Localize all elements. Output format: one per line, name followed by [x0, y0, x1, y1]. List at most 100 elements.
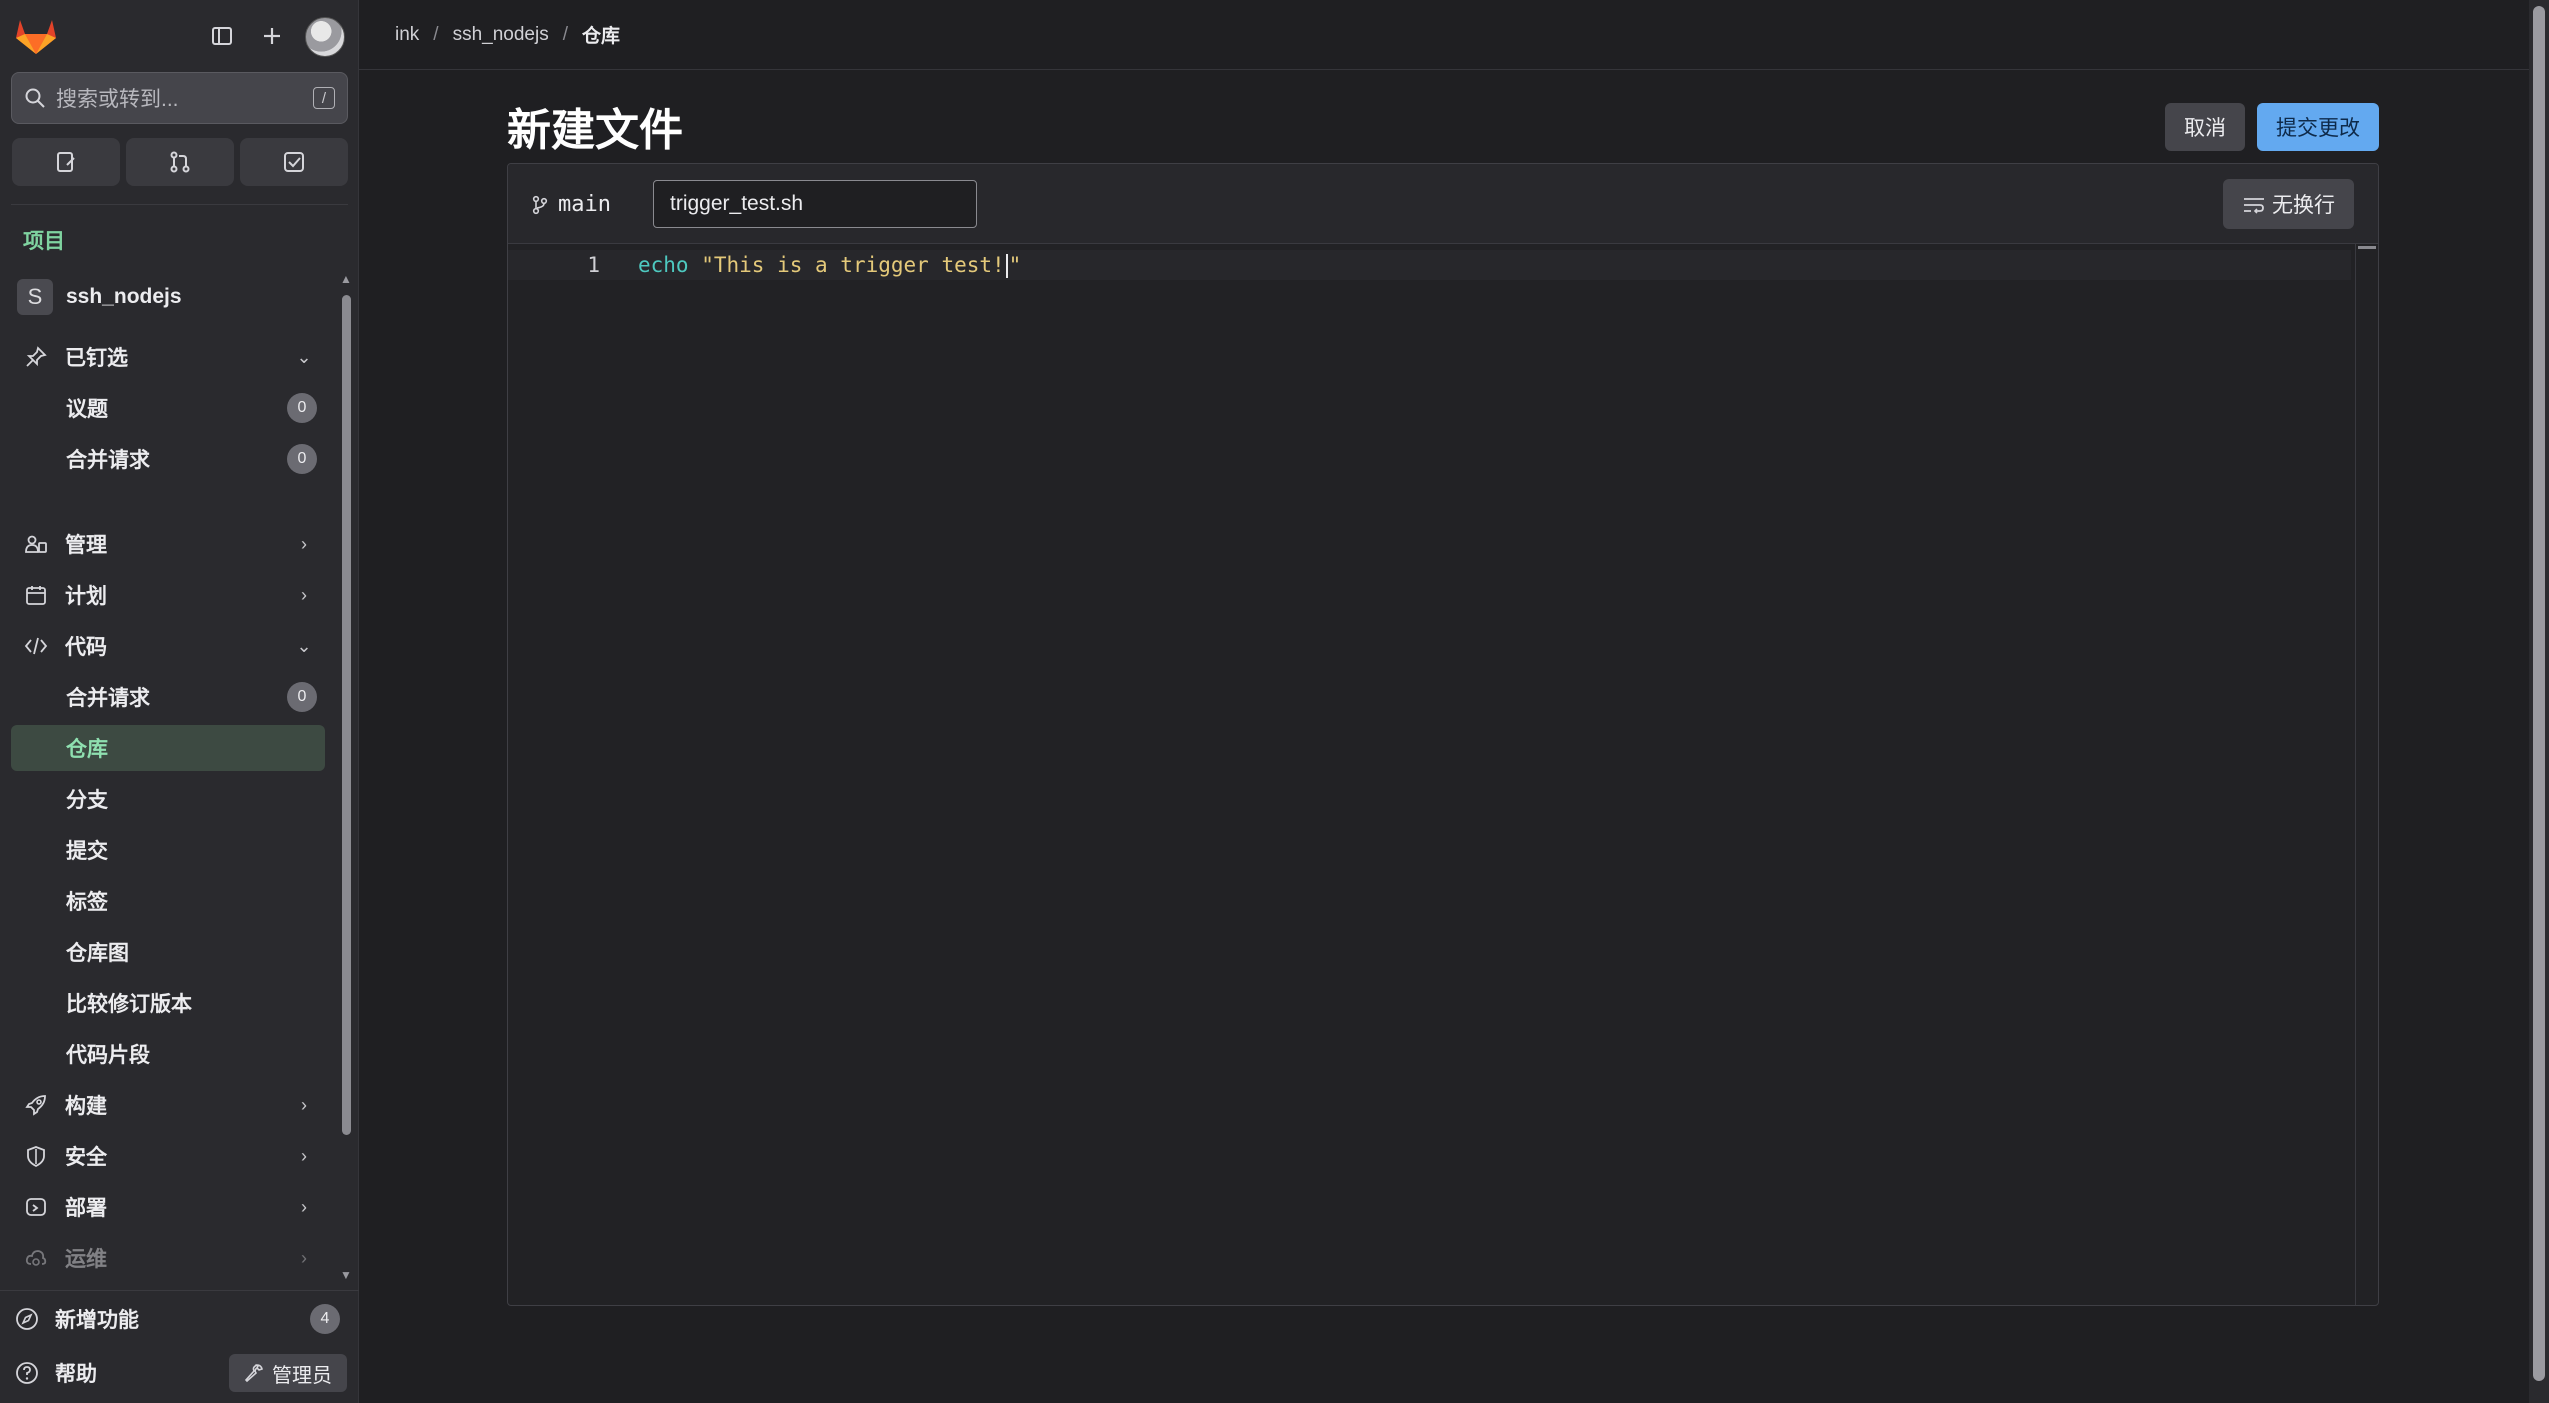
whats-new-button[interactable]: 新增功能 4 — [11, 1296, 348, 1342]
sidebar-toggle-icon[interactable] — [202, 17, 242, 55]
count-badge: 0 — [287, 393, 317, 423]
nav-manage[interactable]: 管理 › — [11, 521, 325, 567]
sidebar-item-branches[interactable]: 分支 — [11, 776, 325, 822]
cancel-button[interactable]: 取消 — [2165, 103, 2245, 151]
nav-deploy[interactable]: 部署 › — [11, 1184, 325, 1230]
sidebar-scrollbar-thumb[interactable] — [342, 295, 351, 1135]
nav-secure[interactable]: 安全 › — [11, 1133, 325, 1179]
shield-icon — [23, 1145, 49, 1167]
nav-label: 安全 — [65, 1146, 107, 1169]
chevron-right-icon: › — [301, 1196, 307, 1217]
no-wrap-label: 无换行 — [2272, 194, 2335, 217]
line-content[interactable]: echo "This is a trigger test! " — [638, 253, 1021, 278]
nav-label: 议题 — [66, 398, 108, 421]
code-string: "This is a trigger test! — [701, 252, 1005, 277]
nav-code[interactable]: 代码 ⌄ — [11, 623, 325, 669]
breadcrumb-separator: / — [433, 23, 439, 45]
whats-new-count-badge: 4 — [310, 1304, 340, 1334]
branch-name: main — [558, 192, 611, 217]
wrap-lines-icon — [2244, 198, 2264, 214]
admin-area-button[interactable]: 管理员 — [229, 1354, 347, 1392]
nav-label: 提交 — [66, 840, 108, 863]
todo-check-icon — [284, 152, 304, 172]
sidebar-item-snippets[interactable]: 代码片段 — [11, 1031, 325, 1077]
sidebar-item-merge-requests-pinned[interactable]: 合并请求 0 — [11, 436, 325, 482]
rocket-icon — [23, 1094, 49, 1116]
nav-operate[interactable]: 运维 › — [11, 1235, 325, 1281]
editor-scrollbar-thumb[interactable] — [2358, 246, 2376, 249]
nav-label: 仓库 — [66, 738, 108, 761]
breadcrumb-item-project[interactable]: ssh_nodejs — [453, 24, 549, 46]
merge-requests-button[interactable] — [126, 138, 234, 186]
sidebar-item-merge-requests[interactable]: 合并请求 0 — [11, 674, 325, 720]
breadcrumb: ink / ssh_nodejs / 仓库 — [359, 0, 2529, 70]
sidebar: 搜索或转到... / 项目 S ssh_nodejs 已钉选 ⌄ 议题 0 合并… — [0, 0, 359, 1403]
nav-plan[interactable]: 计划 › — [11, 572, 325, 618]
sidebar-item-commits[interactable]: 提交 — [11, 827, 325, 873]
breadcrumb-item-current[interactable]: 仓库 — [582, 21, 620, 48]
page-scrollbar[interactable] — [2529, 0, 2549, 1403]
sidebar-item-issues[interactable]: 议题 0 — [11, 385, 325, 431]
create-new-plus-icon[interactable] — [252, 17, 292, 55]
editor-scrollbar[interactable] — [2355, 244, 2378, 1305]
sidebar-item-repository-graph[interactable]: 仓库图 — [11, 929, 325, 975]
nav-label: 代码 — [65, 636, 107, 659]
chevron-right-icon: › — [301, 1094, 307, 1115]
help-icon — [16, 1362, 38, 1384]
todo-list-button[interactable] — [240, 138, 348, 186]
count-badge: 0 — [287, 444, 317, 474]
scroll-down-arrow-icon[interactable]: ▼ — [340, 1268, 352, 1282]
section-title-project: 项目 — [23, 230, 65, 253]
sidebar-item-compare-revisions[interactable]: 比较修订版本 — [11, 980, 325, 1026]
editor-header: main 无换行 — [508, 164, 2378, 244]
help-label: 帮助 — [55, 1363, 97, 1386]
nav-label: 构建 — [65, 1095, 107, 1118]
nav-label: 管理 — [65, 534, 107, 557]
nav-label: 比较修订版本 — [66, 993, 192, 1016]
project-link[interactable]: S ssh_nodejs — [11, 277, 331, 317]
sidebar-item-repository[interactable]: 仓库 — [11, 725, 325, 771]
code-line[interactable]: 1 echo "This is a trigger test! " — [508, 250, 2351, 280]
page-scrollbar-thumb[interactable] — [2533, 6, 2545, 1381]
search-input[interactable]: 搜索或转到... / — [11, 72, 348, 124]
breadcrumb-separator: / — [562, 23, 568, 45]
nav-label: 代码片段 — [66, 1044, 150, 1067]
line-number: 1 — [587, 253, 600, 277]
chevron-right-icon: › — [301, 584, 307, 605]
nav-label: 运维 — [65, 1248, 107, 1271]
branch-indicator: main — [532, 192, 611, 217]
nav-build[interactable]: 构建 › — [11, 1082, 325, 1128]
sidebar-divider — [11, 204, 348, 205]
users-icon — [23, 533, 49, 555]
branch-icon — [532, 195, 548, 214]
sidebar-bottom-divider — [0, 1290, 359, 1291]
nav-label: 仓库图 — [66, 942, 129, 965]
code-editor-area[interactable]: 1 echo "This is a trigger test! " — [508, 244, 2378, 1305]
admin-label: 管理员 — [272, 1364, 332, 1387]
nav-label: 已钉选 — [65, 347, 128, 370]
commit-changes-button[interactable]: 提交更改 — [2257, 103, 2379, 151]
nav-label: 合并请求 — [66, 449, 150, 472]
cloud-gear-icon — [23, 1247, 49, 1269]
sidebar-item-tags[interactable]: 标签 — [11, 878, 325, 924]
pin-icon — [23, 346, 49, 368]
no-wrap-toggle-button[interactable]: 无换行 — [2223, 179, 2354, 229]
nav-label: 计划 — [65, 585, 107, 608]
issues-icon — [57, 152, 75, 172]
code-string-end: " — [1008, 252, 1022, 277]
nav-pinned[interactable]: 已钉选 ⌄ — [11, 334, 325, 380]
compass-icon — [16, 1308, 38, 1330]
wrench-icon — [244, 1364, 263, 1383]
calendar-icon — [23, 584, 49, 606]
nav-label: 合并请求 — [66, 687, 150, 710]
filename-input[interactable] — [653, 180, 977, 228]
gitlab-logo-icon[interactable] — [14, 14, 58, 56]
nav-label: 标签 — [66, 891, 108, 914]
scroll-up-arrow-icon[interactable]: ▲ — [340, 272, 352, 286]
breadcrumb-item-ink[interactable]: ink — [395, 24, 419, 46]
code-keyword: echo — [638, 252, 689, 277]
nav-label: 部署 — [65, 1197, 107, 1220]
user-avatar[interactable] — [305, 17, 345, 57]
help-button[interactable]: 帮助 — [11, 1350, 211, 1396]
assigned-issues-button[interactable] — [12, 138, 120, 186]
